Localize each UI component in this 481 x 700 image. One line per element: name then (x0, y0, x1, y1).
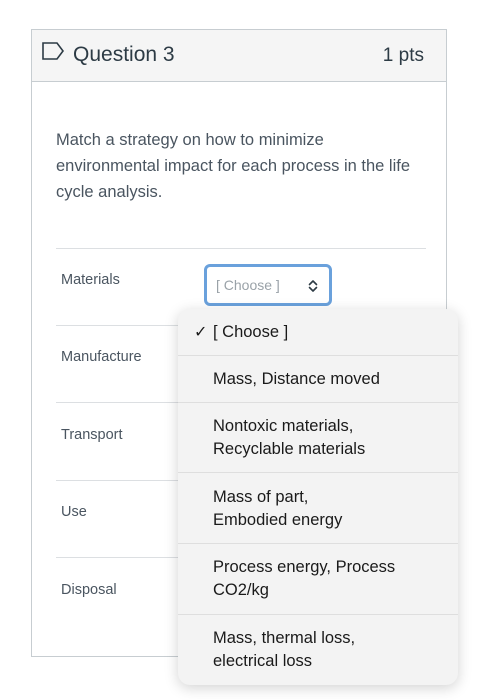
row-label-use: Use (61, 504, 87, 520)
dropdown-option-choose[interactable]: ✓ [ Choose ] (178, 309, 458, 356)
dropdown-option[interactable]: Mass, thermal loss, electrical loss (178, 615, 458, 685)
row-divider (56, 248, 426, 249)
option-label-line1: Mass, thermal loss, (213, 629, 356, 647)
option-label-line2: Embodied energy (213, 511, 343, 529)
dropdown-option[interactable]: Nontoxic materials, Recyclable materials (178, 403, 458, 473)
row-label-transport: Transport (61, 427, 123, 443)
checkmark-icon: ✓ (194, 324, 208, 341)
select-current-value: [ Choose ] (216, 277, 280, 293)
option-label: [ Choose ] (213, 323, 289, 341)
chevron-up-down-icon (308, 280, 318, 292)
question-text: Match a strategy on how to minimize envi… (56, 131, 411, 201)
option-label-line1: Process energy, Process (213, 558, 396, 576)
dropdown-option[interactable]: Mass, Distance moved (178, 356, 458, 403)
option-label-line2: electrical loss (213, 652, 313, 670)
option-label-line2: CO2/kg (213, 581, 269, 599)
row-label-materials: Materials (61, 272, 120, 288)
dropdown-option[interactable]: Process energy, Process CO2/kg (178, 544, 458, 615)
dropdown-option[interactable]: Mass of part, Embodied energy (178, 473, 458, 544)
question-header: Question 3 1 pts (32, 30, 446, 82)
question-title: Question 3 (73, 43, 175, 66)
option-label-line2: Recyclable materials (213, 440, 366, 458)
option-label-line1: Nontoxic materials, (213, 417, 354, 435)
select-dropdown-menu: ✓ [ Choose ] Mass, Distance moved Nontox… (178, 309, 458, 685)
row-label-manufacture: Manufacture (61, 349, 142, 365)
option-label-line1: Mass of part, (213, 488, 309, 506)
row-label-disposal: Disposal (61, 582, 117, 598)
flag-question-icon[interactable] (41, 41, 65, 61)
question-points: 1 pts (382, 45, 424, 66)
option-label: Mass, Distance moved (213, 370, 380, 388)
materials-select[interactable]: [ Choose ] (204, 264, 332, 306)
